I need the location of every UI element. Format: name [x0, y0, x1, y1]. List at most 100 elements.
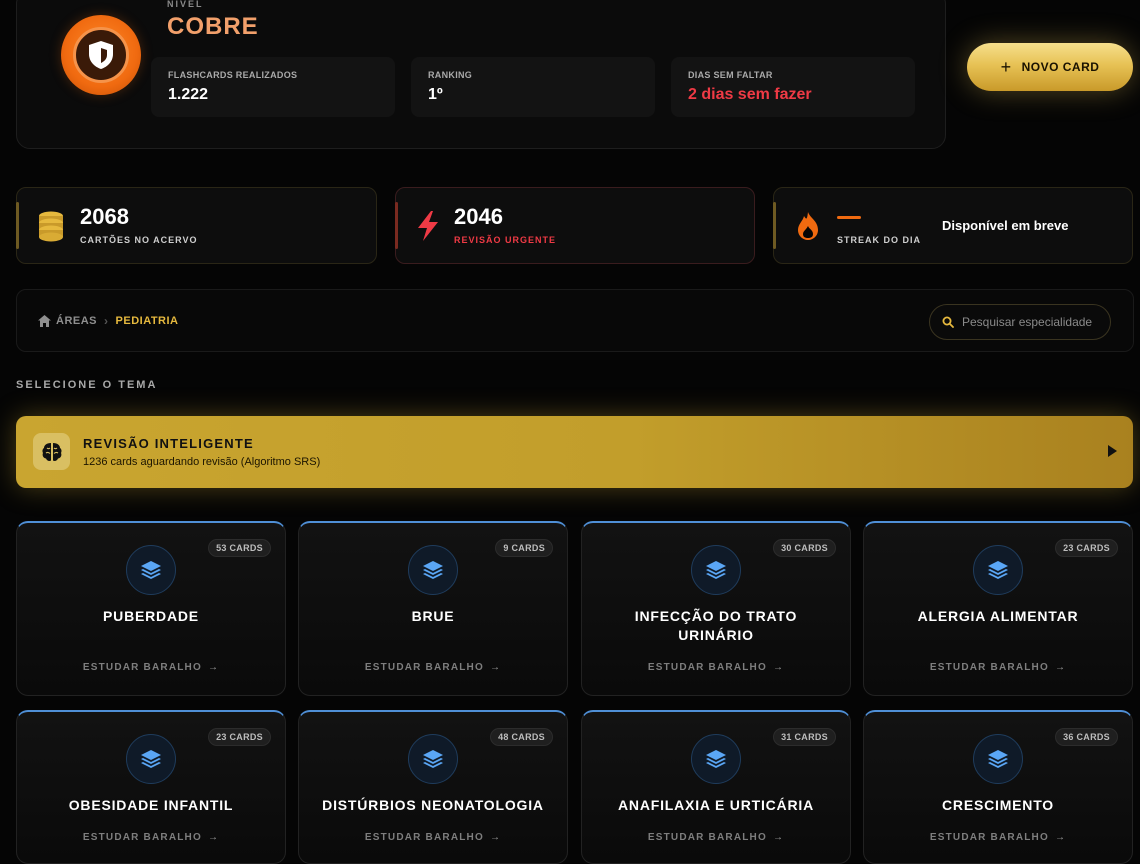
lightning-icon: [418, 211, 438, 241]
study-deck-link[interactable]: ESTUDAR BARALHO →: [299, 662, 567, 673]
deck-count-badge: 31 CARDS: [773, 728, 836, 746]
coins-stack-icon: [39, 211, 63, 242]
smart-review-banner[interactable]: REVISÃO INTELIGENTE 1236 cards aguardand…: [16, 416, 1133, 488]
deck-count-badge: 36 CARDS: [1055, 728, 1118, 746]
study-deck-link[interactable]: ESTUDAR BARALHO →: [582, 832, 850, 843]
arrow-right-icon: →: [1054, 832, 1067, 843]
arrow-right-icon: →: [207, 662, 220, 673]
breadcrumb-current: PEDIATRIA: [115, 315, 179, 327]
stat-streak-days: DIAS SEM FALTAR 2 dias sem fazer: [671, 57, 915, 117]
deck-title: OBESIDADE INFANTIL: [68, 797, 234, 813]
shield-icon: [89, 41, 113, 69]
deck-count-badge: 23 CARDS: [208, 728, 271, 746]
deck-card[interactable]: 23 CARDS OBESIDADE INFANTIL ESTUDAR BARA…: [16, 710, 286, 864]
study-deck-link[interactable]: ESTUDAR BARALHO →: [17, 832, 285, 843]
deck-title: ANAFILAXIA E URTICÁRIA: [618, 797, 814, 813]
play-icon[interactable]: [1108, 445, 1117, 457]
layers-icon: [126, 734, 176, 784]
layers-icon: [691, 545, 741, 595]
stat-ranking: RANKING 1º: [411, 57, 655, 117]
brain-icon: [33, 433, 70, 470]
deck-count-badge: 9 CARDS: [495, 539, 553, 557]
study-deck-link[interactable]: ESTUDAR BARALHO →: [582, 662, 850, 673]
stat-label: DIAS SEM FALTAR: [688, 70, 773, 80]
metric-caption: REVISÃO URGENTE: [454, 235, 557, 245]
level-name: COBRE: [167, 13, 259, 40]
arrow-right-icon: →: [1054, 662, 1067, 673]
deck-title: BRUE: [411, 608, 455, 624]
coming-soon-text: Disponível em breve: [942, 218, 1069, 233]
deck-card[interactable]: 23 CARDS ALERGIA ALIMENTAR ESTUDAR BARAL…: [863, 521, 1133, 696]
breadcrumb-root[interactable]: ÁREAS: [38, 315, 97, 327]
arrow-right-icon: →: [207, 832, 220, 843]
layers-icon: [973, 545, 1023, 595]
stat-value: 2 dias sem fazer: [688, 86, 812, 103]
stat-value: 1º: [428, 86, 443, 103]
study-deck-label: ESTUDAR BARALHO: [929, 832, 1049, 843]
level-badge: [61, 15, 141, 95]
metric-daily-streak: STREAK DO DIA Disponível em breve: [773, 187, 1133, 264]
smart-review-subtitle: 1236 cards aguardando revisão (Algoritmo…: [83, 456, 321, 468]
layers-icon: [691, 734, 741, 784]
study-deck-label: ESTUDAR BARALHO: [364, 832, 484, 843]
deck-title: DISTÚRBIOS NEONATOLOGIA: [322, 797, 544, 813]
layers-icon: [408, 545, 458, 595]
new-card-button[interactable]: + NOVO CARD: [967, 43, 1133, 91]
flame-icon: [798, 212, 818, 240]
metric-urgent-review: 2046 REVISÃO URGENTE: [395, 187, 755, 264]
study-deck-label: ESTUDAR BARALHO: [929, 662, 1049, 673]
breadcrumb-root-label: ÁREAS: [56, 315, 98, 327]
deck-title: PUBERDADE: [103, 608, 199, 624]
layers-icon: [126, 545, 176, 595]
breadcrumb: ÁREAS › PEDIATRIA: [38, 314, 178, 328]
study-deck-label: ESTUDAR BARALHO: [647, 662, 767, 673]
deck-count-badge: 48 CARDS: [490, 728, 553, 746]
deck-card[interactable]: 31 CARDS ANAFILAXIA E URTICÁRIA ESTUDAR …: [581, 710, 851, 864]
chevron-right-icon: ›: [104, 314, 109, 328]
deck-count-badge: 23 CARDS: [1055, 539, 1118, 557]
layers-icon: [408, 734, 458, 784]
arrow-right-icon: →: [489, 832, 502, 843]
new-card-label: NOVO CARD: [1021, 60, 1100, 74]
deck-title: ALERGIA ALIMENTAR: [917, 608, 1079, 624]
metric-value: 2068: [80, 204, 129, 229]
study-deck-link[interactable]: ESTUDAR BARALHO →: [17, 662, 285, 673]
deck-card[interactable]: 53 CARDS PUBERDADE ESTUDAR BARALHO →: [16, 521, 286, 696]
arrow-right-icon: →: [772, 832, 785, 843]
search-icon: [942, 316, 954, 328]
metric-value: 2046: [454, 204, 503, 229]
deck-card[interactable]: 30 CARDS INFECÇÃO DO TRATO URINÁRIO ESTU…: [581, 521, 851, 696]
stat-flashcards: FLASHCARDS REALIZADOS 1.222: [151, 57, 395, 117]
study-deck-link[interactable]: ESTUDAR BARALHO →: [864, 832, 1132, 843]
arrow-right-icon: →: [489, 662, 502, 673]
metric-caption: CARTÕES NO ACERVO: [80, 235, 198, 245]
breadcrumb-bar: ÁREAS › PEDIATRIA: [16, 289, 1134, 352]
stat-value: 1.222: [168, 86, 209, 103]
search-input[interactable]: [962, 315, 1100, 329]
deck-card[interactable]: 36 CARDS CRESCIMENTO ESTUDAR BARALHO →: [863, 710, 1133, 864]
level-label: NÍVEL: [167, 0, 204, 9]
streak-placeholder-dash: [837, 216, 861, 219]
deck-title: CRESCIMENTO: [942, 797, 1054, 813]
study-deck-link[interactable]: ESTUDAR BARALHO →: [864, 662, 1132, 673]
layers-icon: [973, 734, 1023, 784]
deck-count-badge: 30 CARDS: [773, 539, 836, 557]
arrow-right-icon: →: [772, 662, 785, 673]
home-icon: [38, 315, 51, 327]
section-title: SELECIONE O TEMA: [16, 379, 158, 391]
search-box: [929, 304, 1111, 340]
smart-review-title: REVISÃO INTELIGENTE: [83, 436, 254, 451]
level-card: NÍVEL COBRE FLASHCARDS REALIZADOS 1.222 …: [16, 0, 946, 149]
stat-label: FLASHCARDS REALIZADOS: [168, 70, 298, 80]
stat-label: RANKING: [428, 70, 473, 80]
study-deck-link[interactable]: ESTUDAR BARALHO →: [299, 832, 567, 843]
metric-caption: STREAK DO DIA: [837, 235, 922, 245]
deck-card[interactable]: 9 CARDS BRUE ESTUDAR BARALHO →: [298, 521, 568, 696]
plus-icon: +: [1000, 57, 1012, 77]
study-deck-label: ESTUDAR BARALHO: [82, 832, 202, 843]
deck-count-badge: 53 CARDS: [208, 539, 271, 557]
study-deck-label: ESTUDAR BARALHO: [364, 662, 484, 673]
study-deck-label: ESTUDAR BARALHO: [82, 662, 202, 673]
metric-collection: 2068 CARTÕES NO ACERVO: [16, 187, 377, 264]
deck-card[interactable]: 48 CARDS DISTÚRBIOS NEONATOLOGIA ESTUDAR…: [298, 710, 568, 864]
